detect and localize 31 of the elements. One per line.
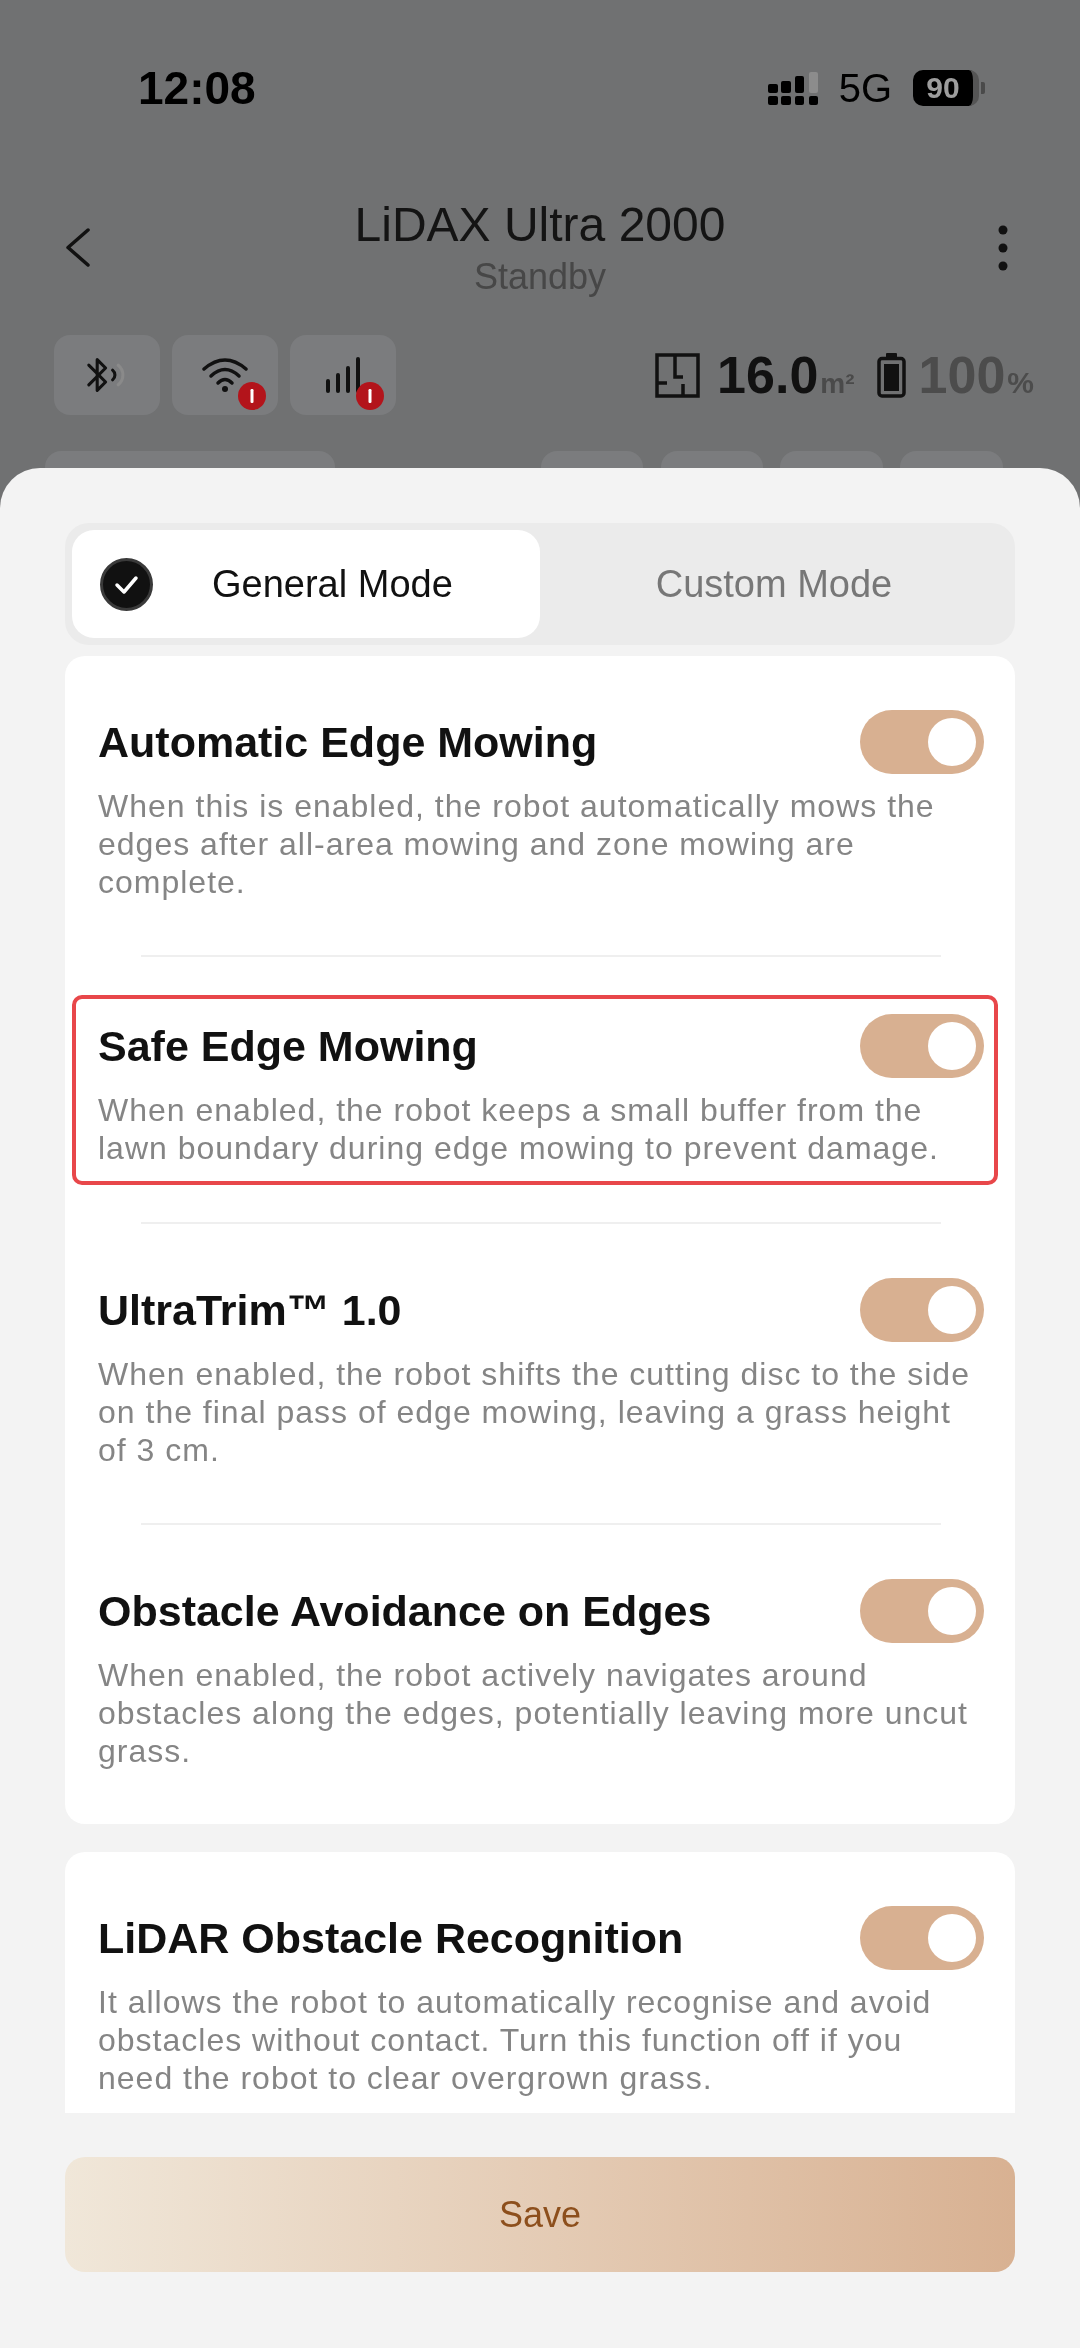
- setting-description: It allows the robot to automatically recognise and avoid obstacles without contact. Turn this function off if you need the robot to clear overgrown grass.: [98, 1983, 933, 2097]
- check-icon: [100, 557, 153, 611]
- cellular-signal-icon: [767, 71, 819, 105]
- connection-chip[interactable]: [54, 335, 160, 415]
- battery-unit: %: [1007, 368, 1034, 398]
- back-icon: [63, 227, 91, 268]
- area-value: 16.0: [717, 349, 819, 401]
- setting-title: LiDAR Obstacle Recognition: [98, 1913, 684, 1963]
- setting-description: When enabled, the robot actively navigates around obstacles along the edges, potentially leaving more uncut grass.: [98, 1656, 969, 1770]
- more-icon: [997, 224, 1009, 271]
- setting-title: Safe Edge Mowing: [98, 1021, 478, 1071]
- mode-tab[interactable]: Custom Mode: [540, 530, 1008, 638]
- setting-title: UltraTrim™ 1.0: [98, 1285, 402, 1335]
- connection-chip[interactable]: [172, 335, 278, 415]
- device-name: LiDAX Ultra 2000: [354, 198, 726, 252]
- connection-chip[interactable]: [290, 335, 396, 415]
- setting-title: Obstacle Avoidance on Edges: [98, 1586, 712, 1636]
- floor-plan-icon: [655, 352, 701, 398]
- save-button[interactable]: Save: [65, 2157, 1015, 2272]
- setting-title: Automatic Edge Mowing: [98, 717, 598, 767]
- setting-description: When enabled, the robot shifts the cutting disc to the side on the final pass of edge mowing, leaving a grass height of 3 cm.: [98, 1355, 971, 1469]
- wifi-icon: [201, 357, 249, 393]
- setting-description: When this is enabled, the robot automatically mows the edges after all-area mowing and zone mowing are complete.: [98, 787, 936, 901]
- network-type: 5G: [838, 68, 892, 108]
- battery-indicator: 90: [913, 70, 979, 106]
- status-time: 12:08: [138, 65, 256, 111]
- mode-tab[interactable]: General Mode: [72, 530, 540, 638]
- battery-icon: [876, 352, 906, 398]
- setting-description: When enabled, the robot keeps a small buffer from the lawn boundary during edge mowing to prevent damage.: [98, 1091, 940, 1167]
- signal-bars-icon: [325, 355, 361, 395]
- battery-tip-icon: [981, 82, 985, 94]
